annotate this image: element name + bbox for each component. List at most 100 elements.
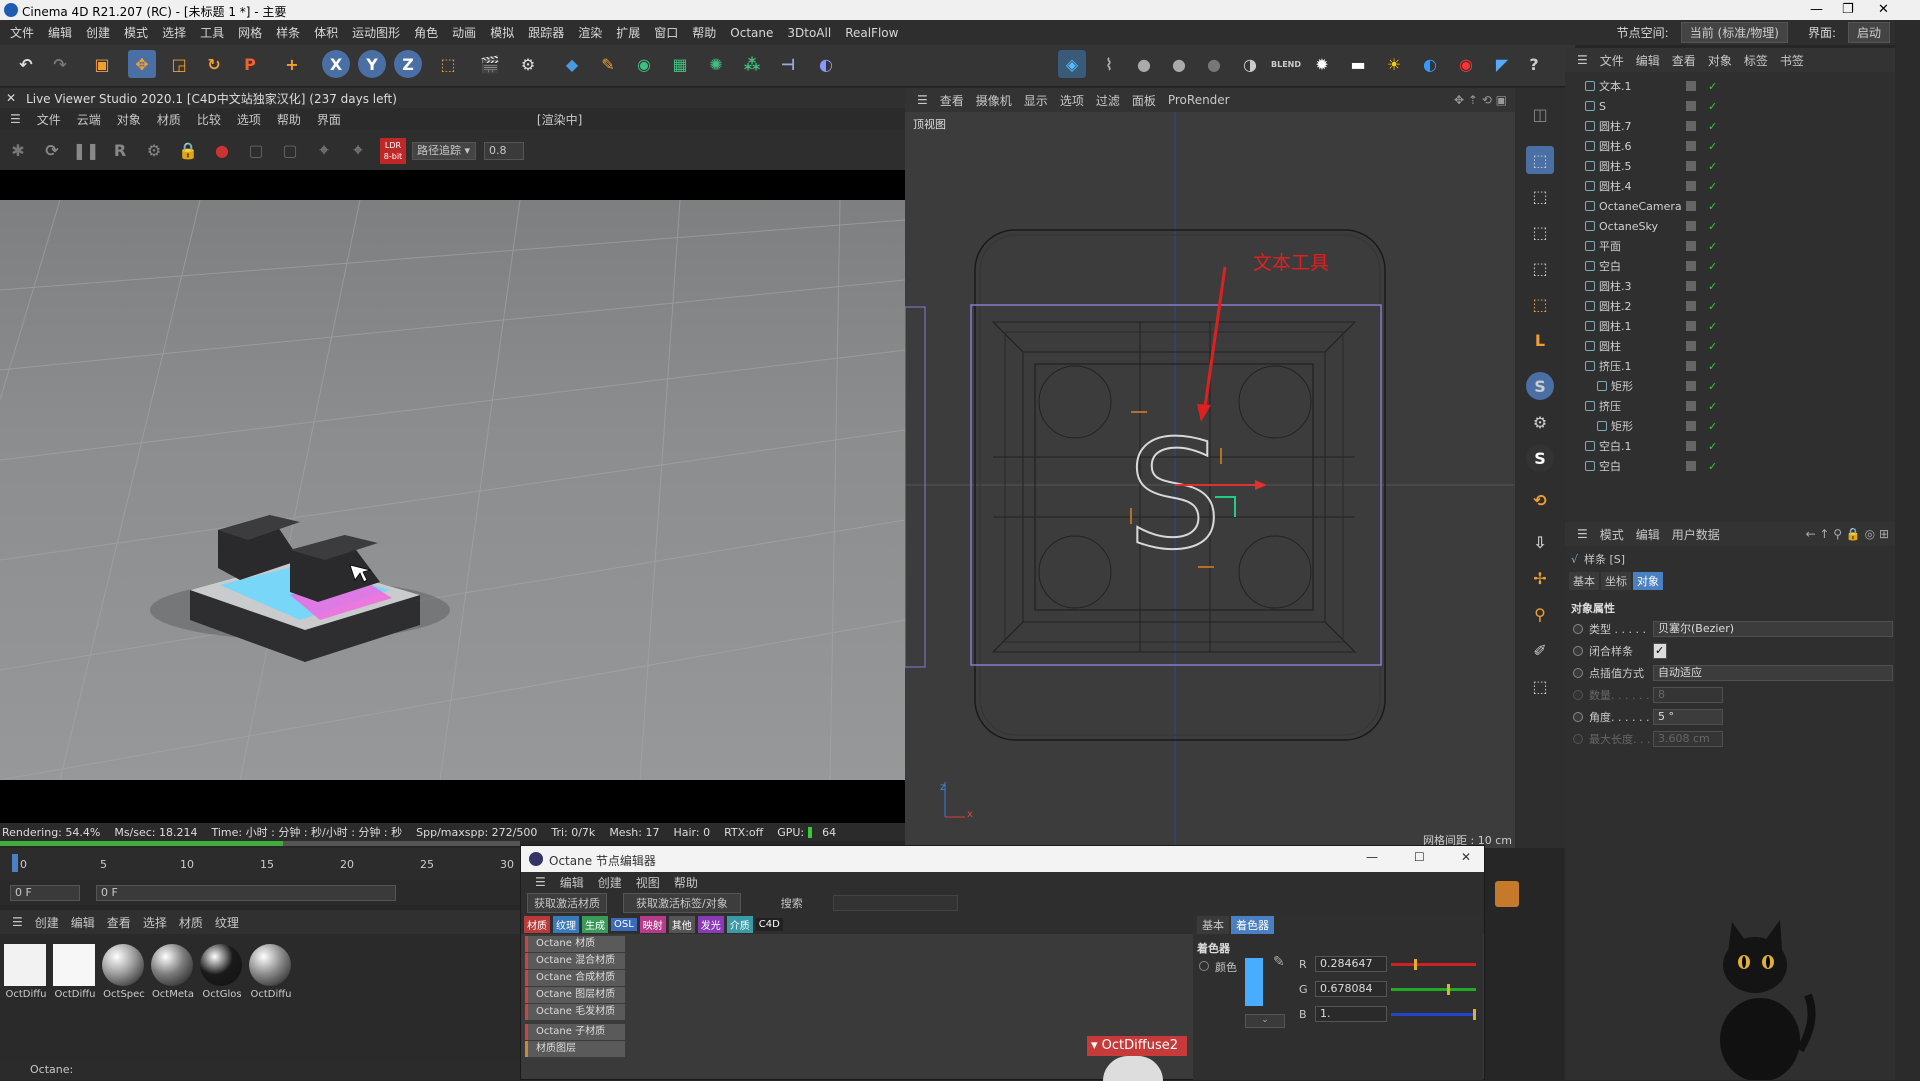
enabled-check-icon[interactable]: ✓ [1708, 240, 1717, 253]
octane-glossy-icon[interactable]: ● [1165, 50, 1193, 78]
side-lock-icon[interactable]: ⇩ [1526, 528, 1554, 556]
node-space-select[interactable]: 当前 (标准/物理) [1680, 22, 1788, 43]
attr-type-select[interactable]: 贝塞尔(Bezier) [1653, 621, 1893, 637]
color-swatch[interactable] [1245, 958, 1263, 1006]
layer-icon[interactable] [1686, 321, 1696, 331]
object-row[interactable]: 圆柱.1 ✓ [1565, 316, 1895, 336]
attr-close-checkbox[interactable]: ✓ [1653, 643, 1667, 659]
enabled-check-icon[interactable]: ✓ [1708, 280, 1717, 293]
close-button[interactable]: ✕ [1878, 2, 1889, 17]
object-name[interactable]: 挤压 [1599, 398, 1621, 414]
hamburger-icon[interactable]: ☰ [1577, 527, 1588, 541]
vp-menu-filter[interactable]: 过滤 [1096, 92, 1120, 109]
enabled-check-icon[interactable]: ✓ [1708, 460, 1717, 473]
layer-icon[interactable] [1686, 281, 1696, 291]
object-name[interactable]: 文本.1 [1599, 78, 1632, 94]
lv-menu-file[interactable]: 文件 [37, 111, 61, 128]
menu-edit[interactable]: 编辑 [48, 24, 72, 41]
material-thumbnail[interactable]: OctSpec [102, 944, 146, 1006]
layer-icon[interactable] [1686, 81, 1696, 91]
vp-menu-display[interactable]: 显示 [1024, 92, 1048, 109]
animate-dot[interactable] [1573, 624, 1583, 634]
mm-menu-edit[interactable]: 编辑 [71, 914, 95, 931]
deformer-icon[interactable]: ✺ [702, 50, 730, 78]
menu-tools[interactable]: 工具 [200, 24, 224, 41]
render-mode-select[interactable]: 路径追踪 ▾ [412, 142, 476, 160]
object-row[interactable]: 挤压.1 ✓ [1565, 356, 1895, 376]
node-category-tab[interactable]: 生成 [582, 915, 608, 933]
mm-menu-texture[interactable]: 纹理 [215, 914, 239, 931]
enabled-check-icon[interactable]: ✓ [1708, 180, 1717, 193]
om-menu-bookmarks[interactable]: 书签 [1780, 52, 1804, 69]
object-row[interactable]: 空白.1 ✓ [1565, 436, 1895, 456]
b-value-field[interactable]: 1. [1315, 1006, 1387, 1022]
maximize-button[interactable]: ❐ [1842, 2, 1854, 17]
lv-menu-options[interactable]: 选项 [237, 111, 261, 128]
mm-menu-view[interactable]: 查看 [107, 914, 131, 931]
ne-menu-help[interactable]: 帮助 [674, 874, 698, 891]
cube-icon[interactable]: ◆ [558, 50, 586, 78]
frame-range-field[interactable]: 0 F [96, 884, 396, 901]
hamburger-icon[interactable]: ☰ [10, 112, 21, 126]
lv-pause-icon[interactable]: ❚❚ [72, 136, 100, 164]
render-settings-icon[interactable]: ⚙ [514, 50, 542, 78]
live-select-icon[interactable]: ▣ [88, 50, 116, 78]
layout-toggle-icon[interactable] [1495, 881, 1519, 907]
hamburger-icon[interactable]: ☰ [917, 93, 928, 107]
object-row[interactable]: 挤压 ✓ [1565, 396, 1895, 416]
slider-knob[interactable] [1473, 1009, 1476, 1020]
enabled-check-icon[interactable]: ✓ [1708, 160, 1717, 173]
attr-angle-field[interactable]: 5 ° [1653, 709, 1723, 725]
pen-icon[interactable]: ✎ [594, 50, 622, 78]
side-model-mode-icon[interactable]: ⬚ [1526, 146, 1554, 174]
side-make-editable-icon[interactable]: ◫ [1526, 100, 1554, 128]
om-menu-object[interactable]: 对象 [1708, 52, 1732, 69]
object-row[interactable]: 空白 ✓ [1565, 456, 1895, 476]
object-row[interactable]: 圆柱.7 ✓ [1565, 116, 1895, 136]
object-name[interactable]: 圆柱.1 [1599, 318, 1632, 334]
tab-basic[interactable]: 基本 [1569, 572, 1599, 590]
ne-maximize-button[interactable]: ☐ [1414, 850, 1425, 864]
object-row[interactable]: OctaneSky ✓ [1565, 216, 1895, 236]
octane-tag-icon[interactable]: ◤ [1488, 50, 1516, 78]
subdivision-icon[interactable]: ◉ [630, 50, 658, 78]
node-category-tab[interactable]: C4D [755, 917, 783, 931]
menu-realflow[interactable]: RealFlow [845, 26, 898, 40]
menu-simulate[interactable]: 模拟 [490, 24, 514, 41]
node-list-item[interactable]: Octane 子材质 [525, 1024, 625, 1040]
octane-sun-icon[interactable]: ☀ [1380, 50, 1408, 78]
object-row[interactable]: 矩形 ✓ [1565, 376, 1895, 396]
object-name[interactable]: 圆柱 [1599, 338, 1621, 354]
node-category-tab[interactable]: 发光 [697, 915, 724, 933]
enabled-check-icon[interactable]: ✓ [1708, 420, 1717, 433]
at-menu-edit[interactable]: 编辑 [1636, 526, 1660, 543]
octane-sky-icon[interactable]: ◐ [1416, 50, 1444, 78]
material-thumbnail[interactable]: OctMeta [151, 944, 195, 1006]
layer-icon[interactable] [1686, 181, 1696, 191]
enabled-check-icon[interactable]: ✓ [1708, 80, 1717, 93]
menu-volume[interactable]: 体积 [314, 24, 338, 41]
node-category-tab[interactable]: 材质 [524, 915, 550, 933]
enabled-check-icon[interactable]: ✓ [1708, 100, 1717, 113]
object-row[interactable]: 圆柱.6 ✓ [1565, 136, 1895, 156]
enabled-check-icon[interactable]: ✓ [1708, 400, 1717, 413]
animate-dot[interactable] [1573, 712, 1583, 722]
tab-node-shader[interactable]: 着色器 [1231, 916, 1274, 934]
enabled-check-icon[interactable]: ✓ [1708, 380, 1717, 393]
node-list-item[interactable]: Octane 合成材质 [525, 970, 625, 986]
side-workplane-icon[interactable]: ⟲ [1526, 486, 1554, 514]
node-list-item[interactable]: Octane 毛发材质 [525, 1004, 625, 1020]
playhead[interactable] [12, 854, 18, 872]
lv-menu-help[interactable]: 帮助 [277, 111, 301, 128]
tab-coord[interactable]: 坐标 [1601, 572, 1631, 590]
enabled-check-icon[interactable]: ✓ [1708, 120, 1717, 133]
layer-icon[interactable] [1686, 441, 1696, 451]
menu-mode[interactable]: 模式 [124, 24, 148, 41]
live-viewer-close-icon[interactable]: ✕ [6, 91, 16, 105]
layout-select[interactable]: 启动 [1847, 22, 1890, 43]
menu-mograph[interactable]: 运动图形 [352, 24, 400, 41]
layer-icon[interactable] [1686, 141, 1696, 151]
octane-mix-icon[interactable]: ◑ [1236, 50, 1264, 78]
enabled-check-icon[interactable]: ✓ [1708, 200, 1717, 213]
object-name[interactable]: 空白 [1599, 258, 1621, 274]
